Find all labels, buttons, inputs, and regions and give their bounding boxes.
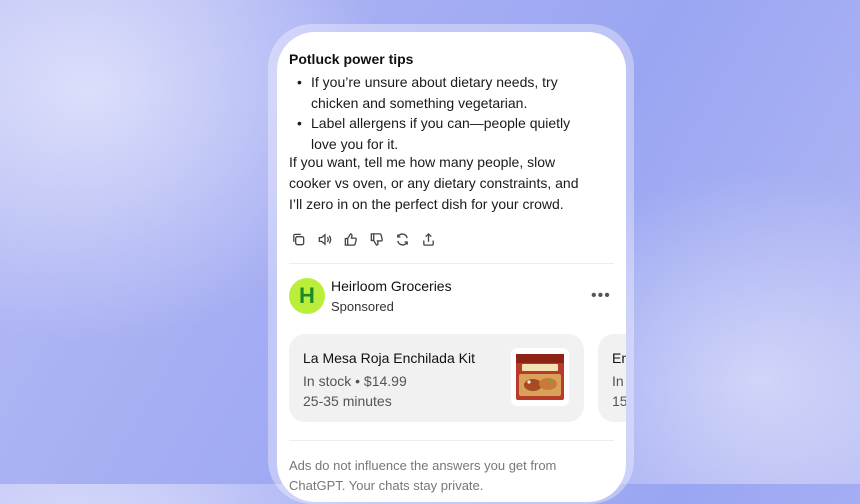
copy-icon[interactable]: [289, 230, 307, 248]
product-delivery-time: 25-35 minutes: [303, 393, 392, 409]
disclaimer-line: ChatGPT. Your chats stay private.: [289, 478, 484, 493]
disclaimer-line: Ads do not influence the answers you get…: [289, 458, 557, 473]
product-card[interactable]: La Mesa Roja Enchilada Kit In stock • $1…: [289, 334, 584, 422]
chat-panel: Potluck power tips • If you’re unsure ab…: [277, 32, 626, 502]
bullet-line: Label allergens if you can—people quietl…: [311, 115, 571, 131]
thumbs-up-icon[interactable]: [341, 230, 359, 248]
response-paragraph: If you want, tell me how many people, sl…: [289, 152, 609, 215]
product-card[interactable]: En In 15: [598, 334, 626, 422]
bullet-dot: •: [297, 74, 302, 90]
product-title: La Mesa Roja Enchilada Kit: [303, 350, 475, 366]
paragraph-line: I’ll zero in on the perfect dish for you…: [289, 196, 564, 212]
product-title: En: [612, 350, 626, 366]
product-delivery-time: 15: [612, 393, 626, 409]
bullet-line: If you’re unsure about dietary needs, tr…: [311, 74, 558, 90]
share-icon[interactable]: [419, 230, 437, 248]
brand-logo[interactable]: H: [289, 278, 325, 314]
product-stock-price: In stock • $14.99: [303, 373, 407, 389]
paragraph-line: If you want, tell me how many people, sl…: [289, 154, 556, 170]
regenerate-icon[interactable]: [393, 230, 411, 248]
product-image: [511, 348, 569, 406]
paragraph-line: cooker vs oven, or any dietary constrain…: [289, 175, 579, 191]
brand-name[interactable]: Heirloom Groceries: [331, 278, 452, 294]
section-heading: Potluck power tips: [289, 51, 414, 67]
thumbs-down-icon[interactable]: [367, 230, 385, 248]
bullet-dot: •: [297, 115, 302, 131]
ads-disclaimer: Ads do not influence the answers you get…: [289, 456, 609, 496]
divider: [289, 440, 614, 441]
divider: [289, 263, 614, 264]
speaker-icon[interactable]: [315, 230, 333, 248]
sponsored-label: Sponsored: [331, 299, 394, 314]
product-stock-price: In: [612, 373, 624, 389]
bullet-line: chicken and something vegetarian.: [311, 95, 528, 111]
more-options-icon[interactable]: •••: [591, 287, 611, 305]
